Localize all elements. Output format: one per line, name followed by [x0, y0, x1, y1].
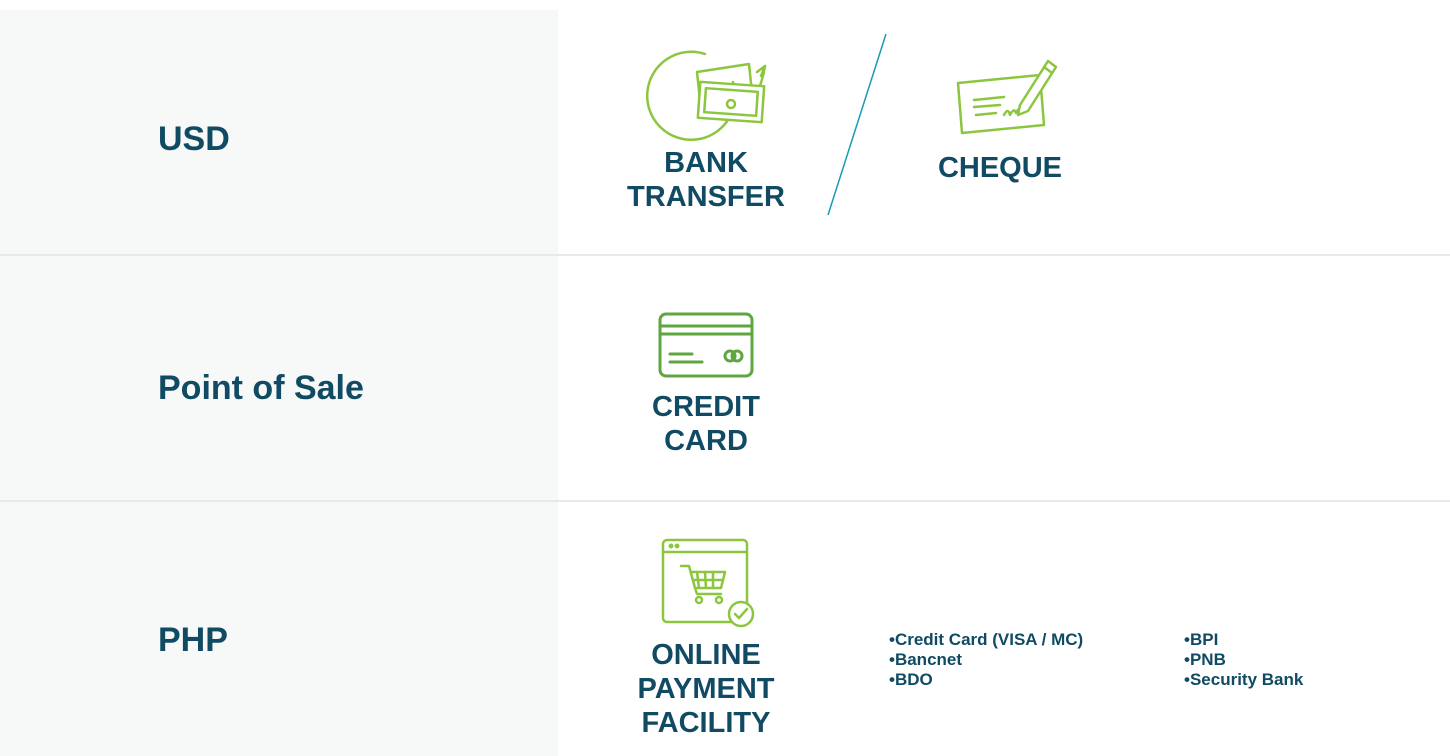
- method-online-payment-facility: ONLINE PAYMENT FACILITY: [606, 536, 806, 740]
- bank-transfer-icon: [645, 50, 767, 142]
- method-label-line: ONLINE: [651, 639, 761, 671]
- usd-label-cell: [0, 10, 558, 254]
- payment-options-list-right: BPI PNB Security Bank: [1184, 630, 1303, 690]
- row-label-php: PHP: [158, 621, 228, 659]
- separator-slash: [827, 33, 887, 216]
- php-label-cell: [0, 502, 558, 756]
- method-credit-card: CREDIT CARD: [606, 310, 806, 458]
- online-shopping-cart-icon: [661, 538, 755, 628]
- list-item: Security Bank: [1184, 670, 1303, 690]
- method-label-line: TRANSFER: [627, 181, 785, 213]
- method-label-line: CARD: [664, 425, 748, 457]
- row-label-usd: USD: [158, 120, 230, 158]
- credit-card-icon: [658, 312, 754, 378]
- method-label-cheque: CHEQUE: [900, 151, 1100, 185]
- payment-options-list-left: Credit Card (VISA / MC) Bancnet BDO: [889, 630, 1083, 690]
- list-item: Credit Card (VISA / MC): [889, 630, 1083, 650]
- cheque-icon: [956, 59, 1058, 135]
- method-cheque: CHEQUE: [900, 45, 1100, 185]
- list-item: BPI: [1184, 630, 1303, 650]
- method-label-bank-transfer: BANK TRANSFER: [606, 146, 806, 214]
- method-bank-transfer: BANK TRANSFER: [606, 42, 806, 214]
- method-label-line: PAYMENT: [637, 673, 775, 705]
- method-label-online-payment-facility: ONLINE PAYMENT FACILITY: [606, 638, 806, 740]
- method-label-line: CREDIT: [652, 391, 760, 423]
- list-item: Bancnet: [889, 650, 1083, 670]
- method-label-line: FACILITY: [641, 707, 771, 739]
- row-label-point-of-sale: Point of Sale: [158, 369, 364, 407]
- method-label-line: BANK: [664, 147, 748, 179]
- method-label-credit-card: CREDIT CARD: [606, 390, 806, 458]
- list-item: PNB: [1184, 650, 1303, 670]
- list-item: BDO: [889, 670, 1083, 690]
- method-label-line: CHEQUE: [937, 152, 1063, 184]
